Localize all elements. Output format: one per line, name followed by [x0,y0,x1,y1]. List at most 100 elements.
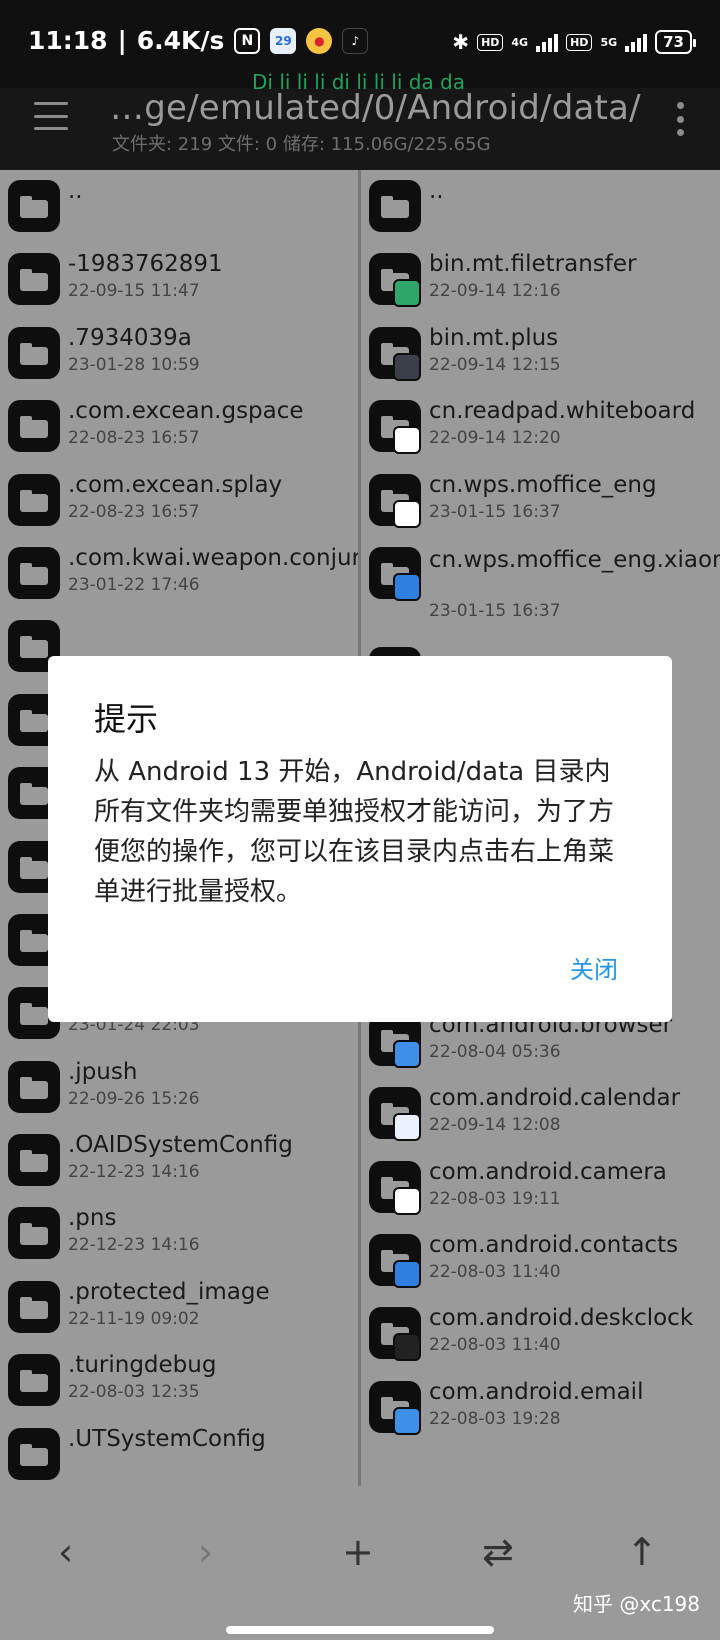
clock-icon [393,1333,421,1362]
folder-icon [8,1207,60,1260]
tiktok-icon: ♪ [342,27,369,54]
file-list-item[interactable]: .protected_image 22-11-19 09:02 [0,1271,358,1344]
file-date: 22-12-23 14:16 [68,1162,200,1183]
file-list-item[interactable]: com.android.contacts 22-08-03 11:40 [361,1224,720,1297]
camera-icon [393,1186,421,1215]
file-date: 22-08-03 19:28 [429,1408,561,1429]
file-date: 22-09-14 12:08 [429,1115,561,1136]
file-name: com.android.camera [429,1158,667,1185]
file-list-item[interactable]: .. [361,170,720,243]
folder-icon [8,1427,60,1480]
folder-icon [8,473,60,526]
file-name: .com.excean.gspace [68,398,304,425]
document-icon [393,572,421,601]
file-list-item[interactable]: .7934039a 23-01-28 10:59 [0,317,358,390]
file-date: 22-08-03 11:40 [429,1335,561,1356]
home-indicator[interactable] [226,1626,494,1634]
network-speed: 6.4K/s [136,26,225,55]
file-list-item[interactable]: -1983762891 22-09-15 11:47 [0,243,358,316]
file-list-item[interactable]: .com.excean.gspace 22-08-23 16:57 [0,390,358,463]
watermark: 知乎 @xc198 [572,1592,700,1616]
file-name: .OAIDSystemConfig [68,1132,293,1159]
folder-icon [8,1134,60,1187]
file-name: .protected_image [68,1278,270,1305]
file-date: 22-12-23 14:16 [68,1235,200,1256]
add-button[interactable]: + [342,1530,374,1574]
file-date: 22-09-26 15:26 [68,1088,200,1109]
up-directory-button[interactable]: ↑ [626,1530,658,1574]
file-date: 22-09-15 11:47 [68,281,200,302]
nfc-icon: N [234,27,261,54]
calendar-icon [393,1113,421,1142]
clock: 11:18 [28,26,108,55]
file-name: cn.readpad.whiteboard [429,398,696,425]
file-name: cn.wps.moffice_eng [429,471,657,498]
file-date: 22-08-23 16:57 [68,501,200,522]
mt-icon [393,352,421,381]
file-name: .7934039a [68,324,192,351]
file-date: 23-01-28 10:59 [68,354,200,375]
file-name: .jpush [68,1058,138,1085]
file-list-item[interactable]: .OAIDSystemConfig 22-12-23 14:16 [0,1124,358,1197]
file-name: .com.excean.splay [68,471,283,498]
toolbar: Di li li li di li li li da da …ge/emulat… [0,70,720,170]
file-date: 22-08-04 05:36 [429,1041,561,1062]
file-list-item[interactable]: .pns 22-12-23 14:16 [0,1197,358,1270]
file-list-item[interactable]: com.android.calendar 22-09-14 12:08 [361,1077,720,1150]
android-icon [393,279,421,308]
status-separator: | [117,26,127,55]
file-date: 23-01-15 16:37 [429,501,561,522]
back-button[interactable]: ‹ [58,1530,73,1574]
file-list-item[interactable]: .. [0,170,358,243]
file-date: 23-01-22 17:46 [68,574,200,595]
folder-icon [8,400,60,453]
file-list-item[interactable]: .turingdebug 22-08-03 12:35 [0,1344,358,1417]
file-date: 22-08-03 19:11 [429,1188,561,1209]
folder-icon [8,180,60,232]
file-date: 23-01-15 16:37 [429,600,561,621]
hd-badge-1: HD [477,33,504,51]
file-name: bin.mt.plus [429,324,559,351]
file-name: com.android.deskclock [429,1305,694,1332]
battery-icon: 73 [655,30,696,54]
file-list-item[interactable]: .com.kwai.weapon.conjure 23-01-22 17:46 [0,537,358,610]
folder-icon [8,1280,60,1333]
file-list-item[interactable]: .com.excean.splay 22-08-23 16:57 [0,464,358,537]
bluetooth-icon: ✱ [452,30,470,54]
file-list-item[interactable]: cn.readpad.whiteboard 22-09-14 12:20 [361,390,720,463]
file-date: 22-08-03 11:40 [429,1262,561,1283]
file-list-item[interactable]: com.android.deskclock 22-08-03 11:40 [361,1297,720,1370]
browser-icon [393,1039,421,1068]
file-date: 22-08-03 12:35 [68,1382,200,1403]
folder-icon [8,1060,60,1113]
signal-icon-1 [536,32,559,52]
file-list-item[interactable]: cn.wps.moffice_eng 23-01-15 16:37 [361,464,720,537]
menu-icon[interactable] [34,102,68,130]
file-name: com.android.email [429,1378,644,1405]
file-list-item[interactable]: bin.mt.filetransfer 22-09-14 12:16 [361,243,720,316]
forward-button[interactable]: › [198,1530,213,1574]
current-path[interactable]: …ge/emulated/0/Android/data/ [110,88,641,128]
file-list-item[interactable]: com.android.email 22-08-03 19:28 [361,1371,720,1444]
email-icon [393,1406,421,1435]
file-name: com.android.calendar [429,1085,681,1112]
file-list-item[interactable]: com.android.camera 22-08-03 19:11 [361,1151,720,1224]
bottom-navigation: ‹ › + ⇄ ↑ 知乎 @xc198 [0,1486,720,1640]
file-date: 22-11-19 09:02 [68,1308,200,1329]
file-list-item[interactable]: cn.wps.moffice_eng.xiaomi.lite 23-01-15 1… [361,537,720,637]
path-info: 文件夹: 219 文件: 0 储存: 115.06G/225.65G [112,134,491,155]
close-button[interactable]: 关闭 [570,950,618,985]
file-name: .. [429,178,444,204]
file-date: 22-08-23 16:57 [68,428,200,449]
file-date: 22-09-14 12:15 [429,354,561,375]
file-list-item[interactable]: .UTSystemConfig [0,1418,358,1486]
more-options-icon[interactable] [676,102,684,136]
contacts-icon [393,1260,421,1289]
file-name: bin.mt.filetransfer [429,251,637,278]
file-date: 22-09-14 12:20 [429,428,561,449]
file-name: .pns [68,1205,117,1232]
file-list-item[interactable]: .jpush 22-09-26 15:26 [0,1051,358,1124]
swap-panes-button[interactable]: ⇄ [482,1530,514,1574]
dialog-message: 从 Android 13 开始，Android/data 目录内所有文件夹均需要… [94,757,615,907]
file-list-item[interactable]: bin.mt.plus 22-09-14 12:15 [361,317,720,390]
